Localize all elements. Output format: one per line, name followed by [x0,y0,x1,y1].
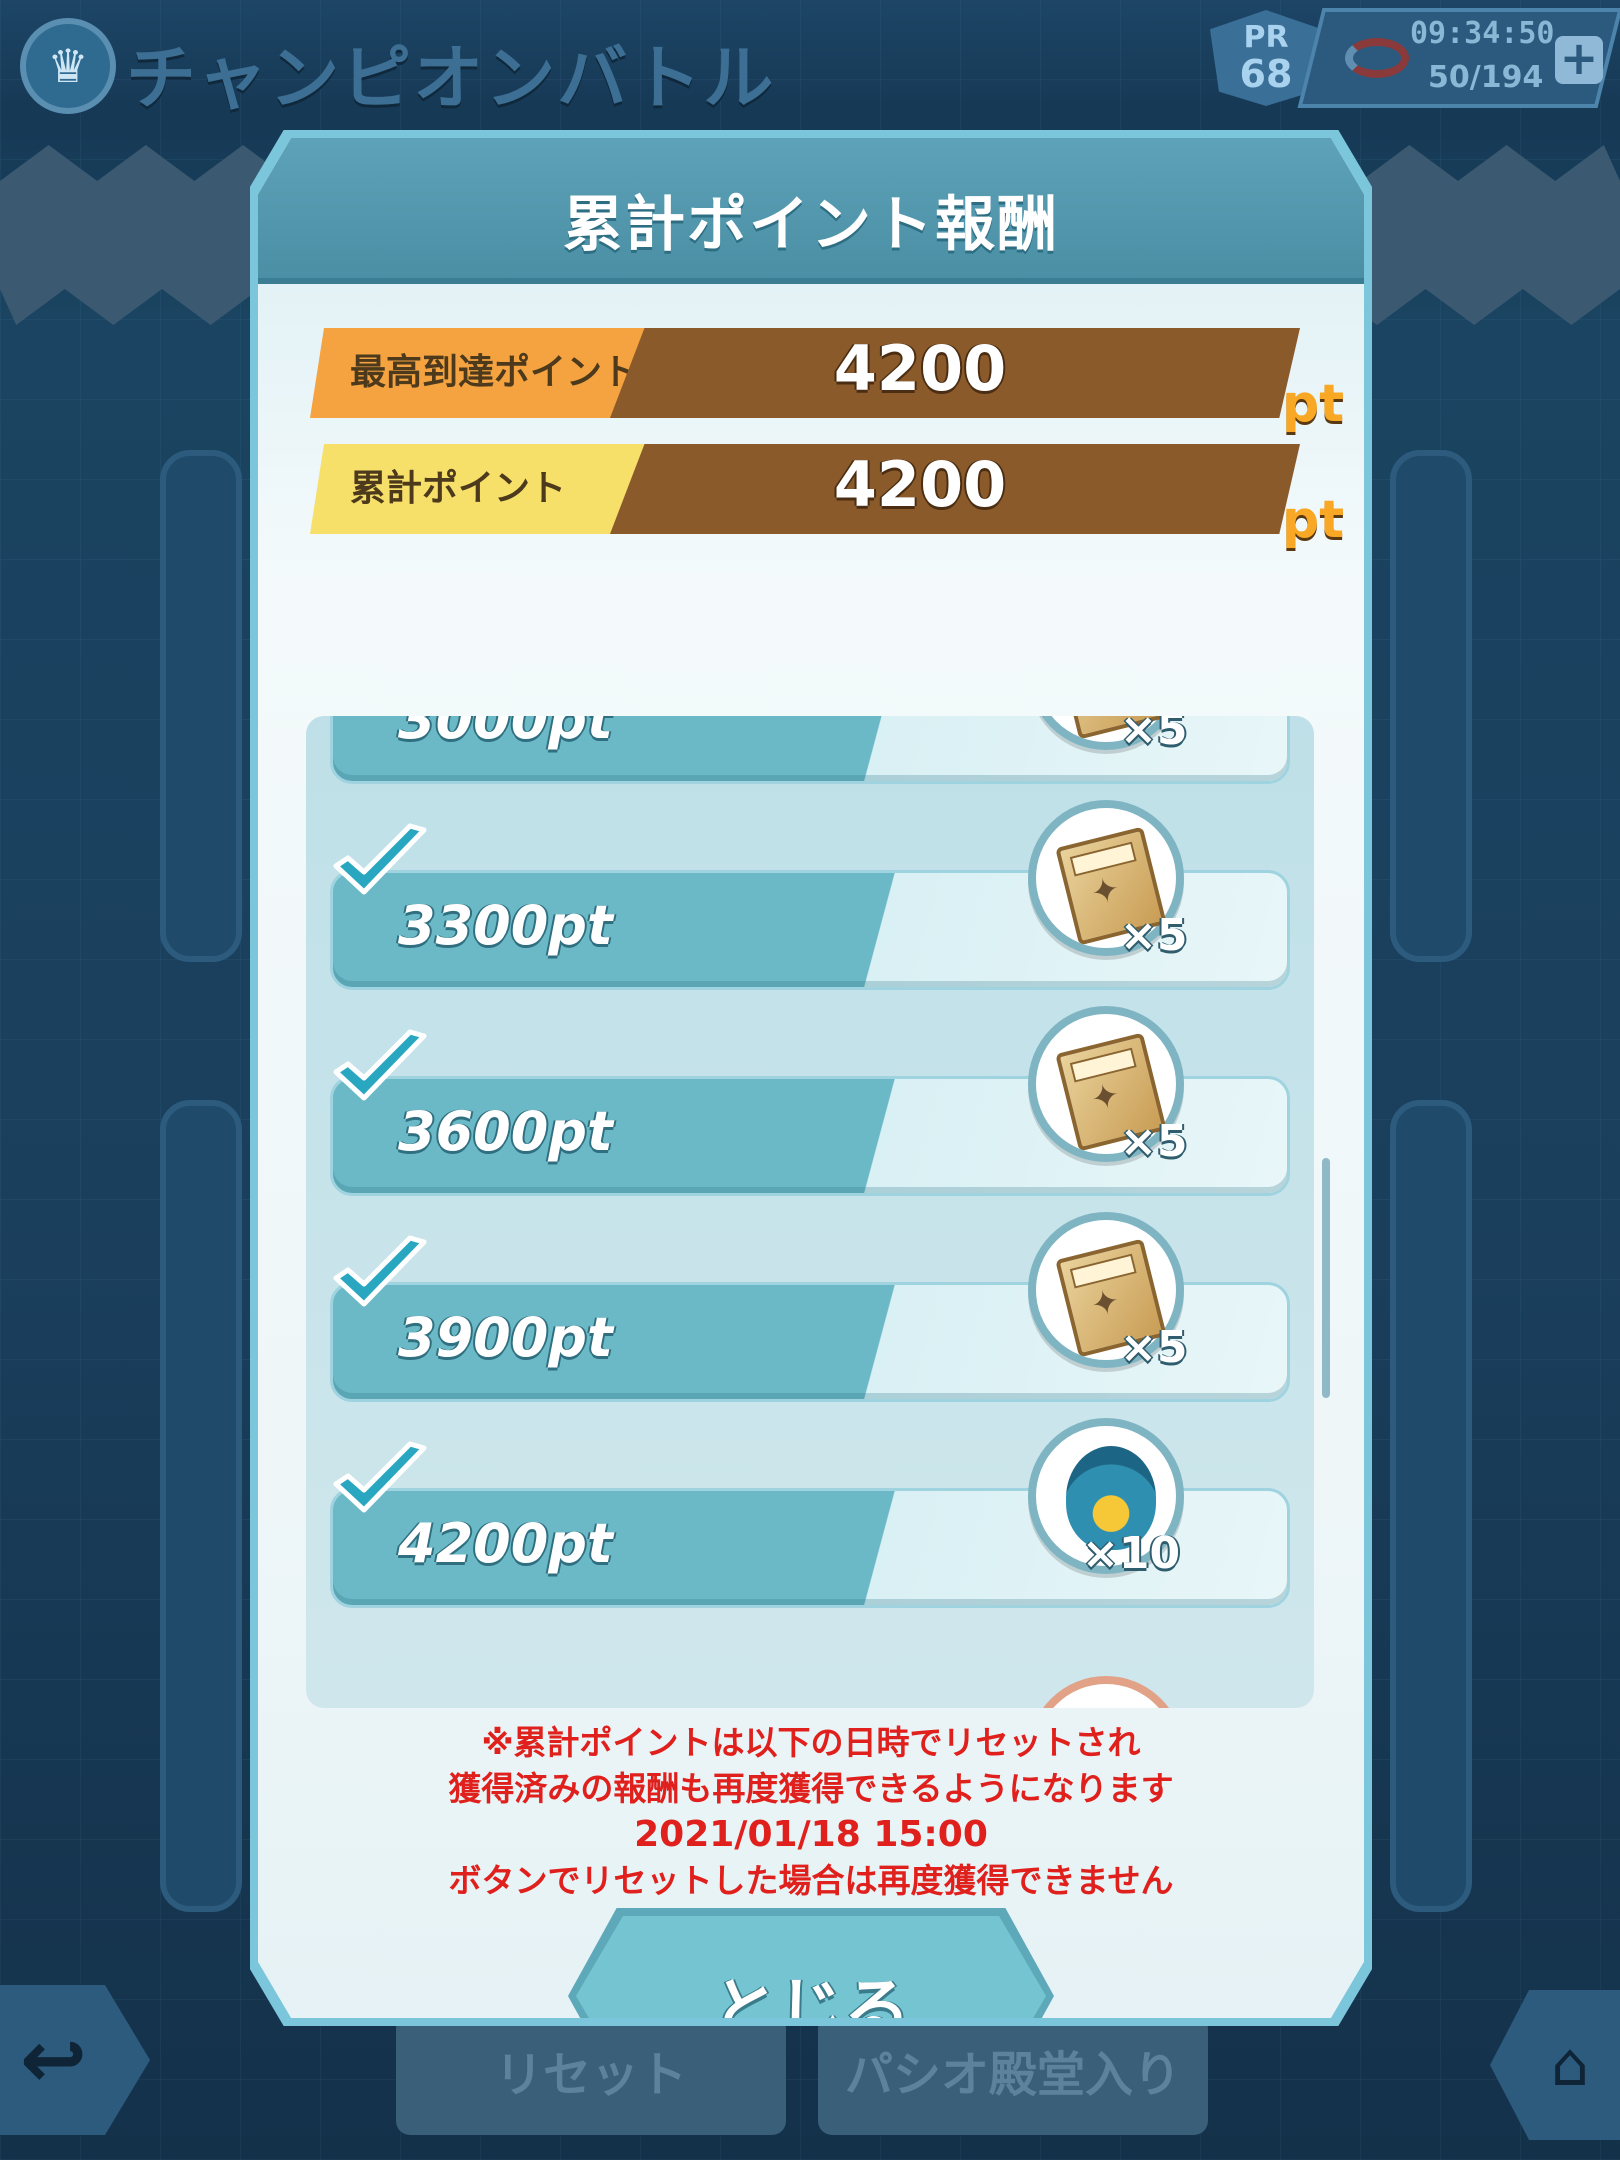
next-reward-icon [1028,1676,1184,1708]
reward-quantity: ×10 [1082,1528,1181,1579]
reward-list[interactable]: 3000pt ×5 3300pt ×5 3600pt [306,716,1314,1708]
reward-list-scrollbar[interactable] [1322,1158,1330,1398]
background-panel-left [160,450,242,962]
reward-row: 3300pt ×5 [330,800,1290,990]
reward-quantity: ×5 [1120,716,1188,755]
reward-row: 3600pt ×5 [330,1006,1290,1196]
check-icon [333,1235,427,1307]
reward-row: 3900pt ×5 [330,1212,1290,1402]
modal-title: 累計ポイント報酬 [563,190,1059,260]
total-points-label: 累計ポイント [310,444,660,534]
hall-of-fame-button[interactable]: パシオ殿堂入り [818,2015,1208,2135]
modal-header: 累計ポイント報酬 [258,138,1364,284]
reward-quantity: ×5 [1120,1116,1188,1167]
reward-points: 3600pt [398,1100,613,1163]
reward-points: 3000pt [398,716,613,751]
background-panel-right-lower [1390,1100,1472,1912]
check-icon [333,1441,427,1513]
player-rank-label: PR [1243,20,1289,55]
total-points-value: 4200 [833,448,1007,521]
notice-reset-date: 2021/01/18 15:00 [634,1814,988,1855]
reward-quantity: ×5 [1120,1322,1188,1373]
background-panel-left-lower [160,1100,242,1912]
total-points-row: 累計ポイント 4200 pt [310,444,1344,550]
reward-quantity: ×5 [1120,910,1188,961]
top-bar: ♛ チャンピオンバトル PR 68 09:34:50 50/194 + [0,0,1620,130]
highest-points-value: 4200 [833,332,1007,405]
reset-notice: ※累計ポイントは以下の日時でリセットされ 獲得済みの報酬も再度獲得できるようにな… [258,1720,1364,1904]
background-panel-right [1390,450,1472,962]
reset-button[interactable]: リセット [396,2015,786,2135]
add-stamina-button[interactable]: + [1555,35,1603,84]
screen-title: チャンピオンバトル [126,37,776,119]
check-icon [333,823,427,895]
reward-row: 4200pt ×10 [330,1418,1290,1608]
energy-icon [1345,38,1409,78]
reward-points: 3300pt [398,894,613,957]
reward-points: 4200pt [398,1512,613,1575]
notice-line: ※累計ポイントは以下の日時でリセットされ [481,1723,1141,1762]
highest-points-row: 最高到達ポイント 4200 pt [310,328,1344,434]
reward-modal: 累計ポイント報酬 最高到達ポイント 4200 pt 累計ポイント 4200 pt… [258,138,1364,2018]
reward-row: 3000pt ×5 [330,716,1290,784]
check-icon [333,1029,427,1101]
notice-line: 獲得済みの報酬も再度獲得できるようになります [448,1769,1174,1808]
total-points-unit: pt [1282,490,1345,550]
stamina-timer: 09:34:50 [1410,16,1555,51]
highest-points-label: 最高到達ポイント [310,328,660,418]
reward-points: 3900pt [398,1306,613,1369]
highest-points-unit: pt [1282,374,1345,434]
modal-body: 最高到達ポイント 4200 pt 累計ポイント 4200 pt 3000pt ×… [258,284,1364,2018]
crest-icon: ♛ [20,18,116,114]
stamina-count: 50/194 [1428,60,1544,95]
notice-line: ボタンでリセットした場合は再度獲得できません [448,1861,1174,1900]
